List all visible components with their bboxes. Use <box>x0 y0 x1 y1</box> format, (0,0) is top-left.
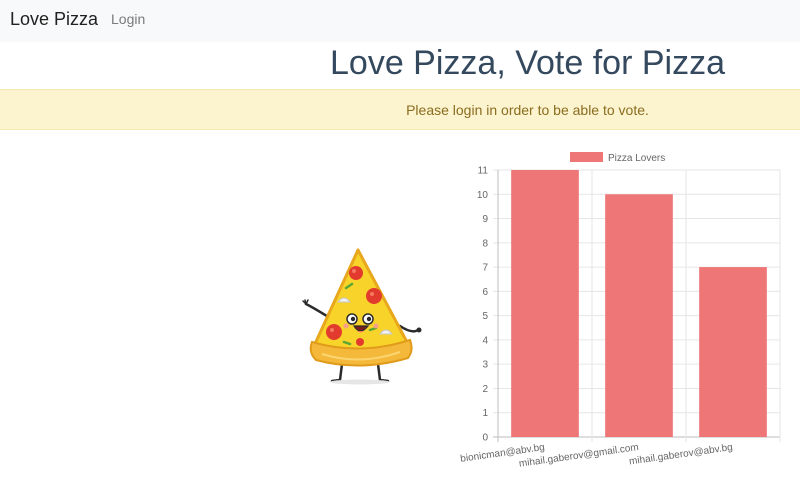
brand-link[interactable]: Love Pizza <box>10 9 98 30</box>
login-link[interactable]: Login <box>111 11 145 27</box>
y-tick-label: 10 <box>477 190 489 201</box>
y-tick-label: 4 <box>482 335 488 346</box>
y-tick-label: 11 <box>478 166 489 177</box>
page-title: Love Pizza, Vote for Pizza <box>330 44 725 82</box>
y-tick-label: 9 <box>482 214 488 225</box>
chart-legend[interactable]: Pizza Lovers <box>570 152 665 164</box>
y-tick-label: 1 <box>482 408 488 419</box>
y-tick-label: 6 <box>482 287 488 298</box>
alert-message: Please login in order to be able to vote… <box>406 102 649 118</box>
y-tick-label: 0 <box>482 433 488 444</box>
legend-label: Pizza Lovers <box>608 153 665 164</box>
bar[interactable] <box>511 170 579 437</box>
y-axis-ticks: 0 1 2 3 4 5 6 7 8 9 10 11 <box>477 166 489 444</box>
login-alert: Please login in order to be able to vote… <box>0 89 800 130</box>
y-tick-label: 7 <box>482 263 488 274</box>
navbar: Love Pizza Login <box>0 0 800 42</box>
x-axis-ticks: bionicman@abv.bgmihail.gaberov@gmail.com… <box>460 442 734 470</box>
legend-swatch <box>570 152 603 162</box>
y-tick-label: 3 <box>482 360 488 371</box>
pizza-slice-mascot-icon <box>302 248 422 385</box>
y-tick-label: 5 <box>482 311 488 322</box>
x-tick-label: mihail.gaberov@abv.bg <box>628 442 733 467</box>
bar[interactable] <box>605 194 673 437</box>
y-tick-label: 8 <box>482 238 488 249</box>
pizza-lovers-chart: Pizza Lovers 0 1 2 3 4 5 6 7 8 9 10 11 bionicman@ab… <box>460 152 781 470</box>
y-tick-label: 2 <box>482 384 488 395</box>
chart-bars <box>511 170 767 437</box>
bar[interactable] <box>699 267 767 437</box>
